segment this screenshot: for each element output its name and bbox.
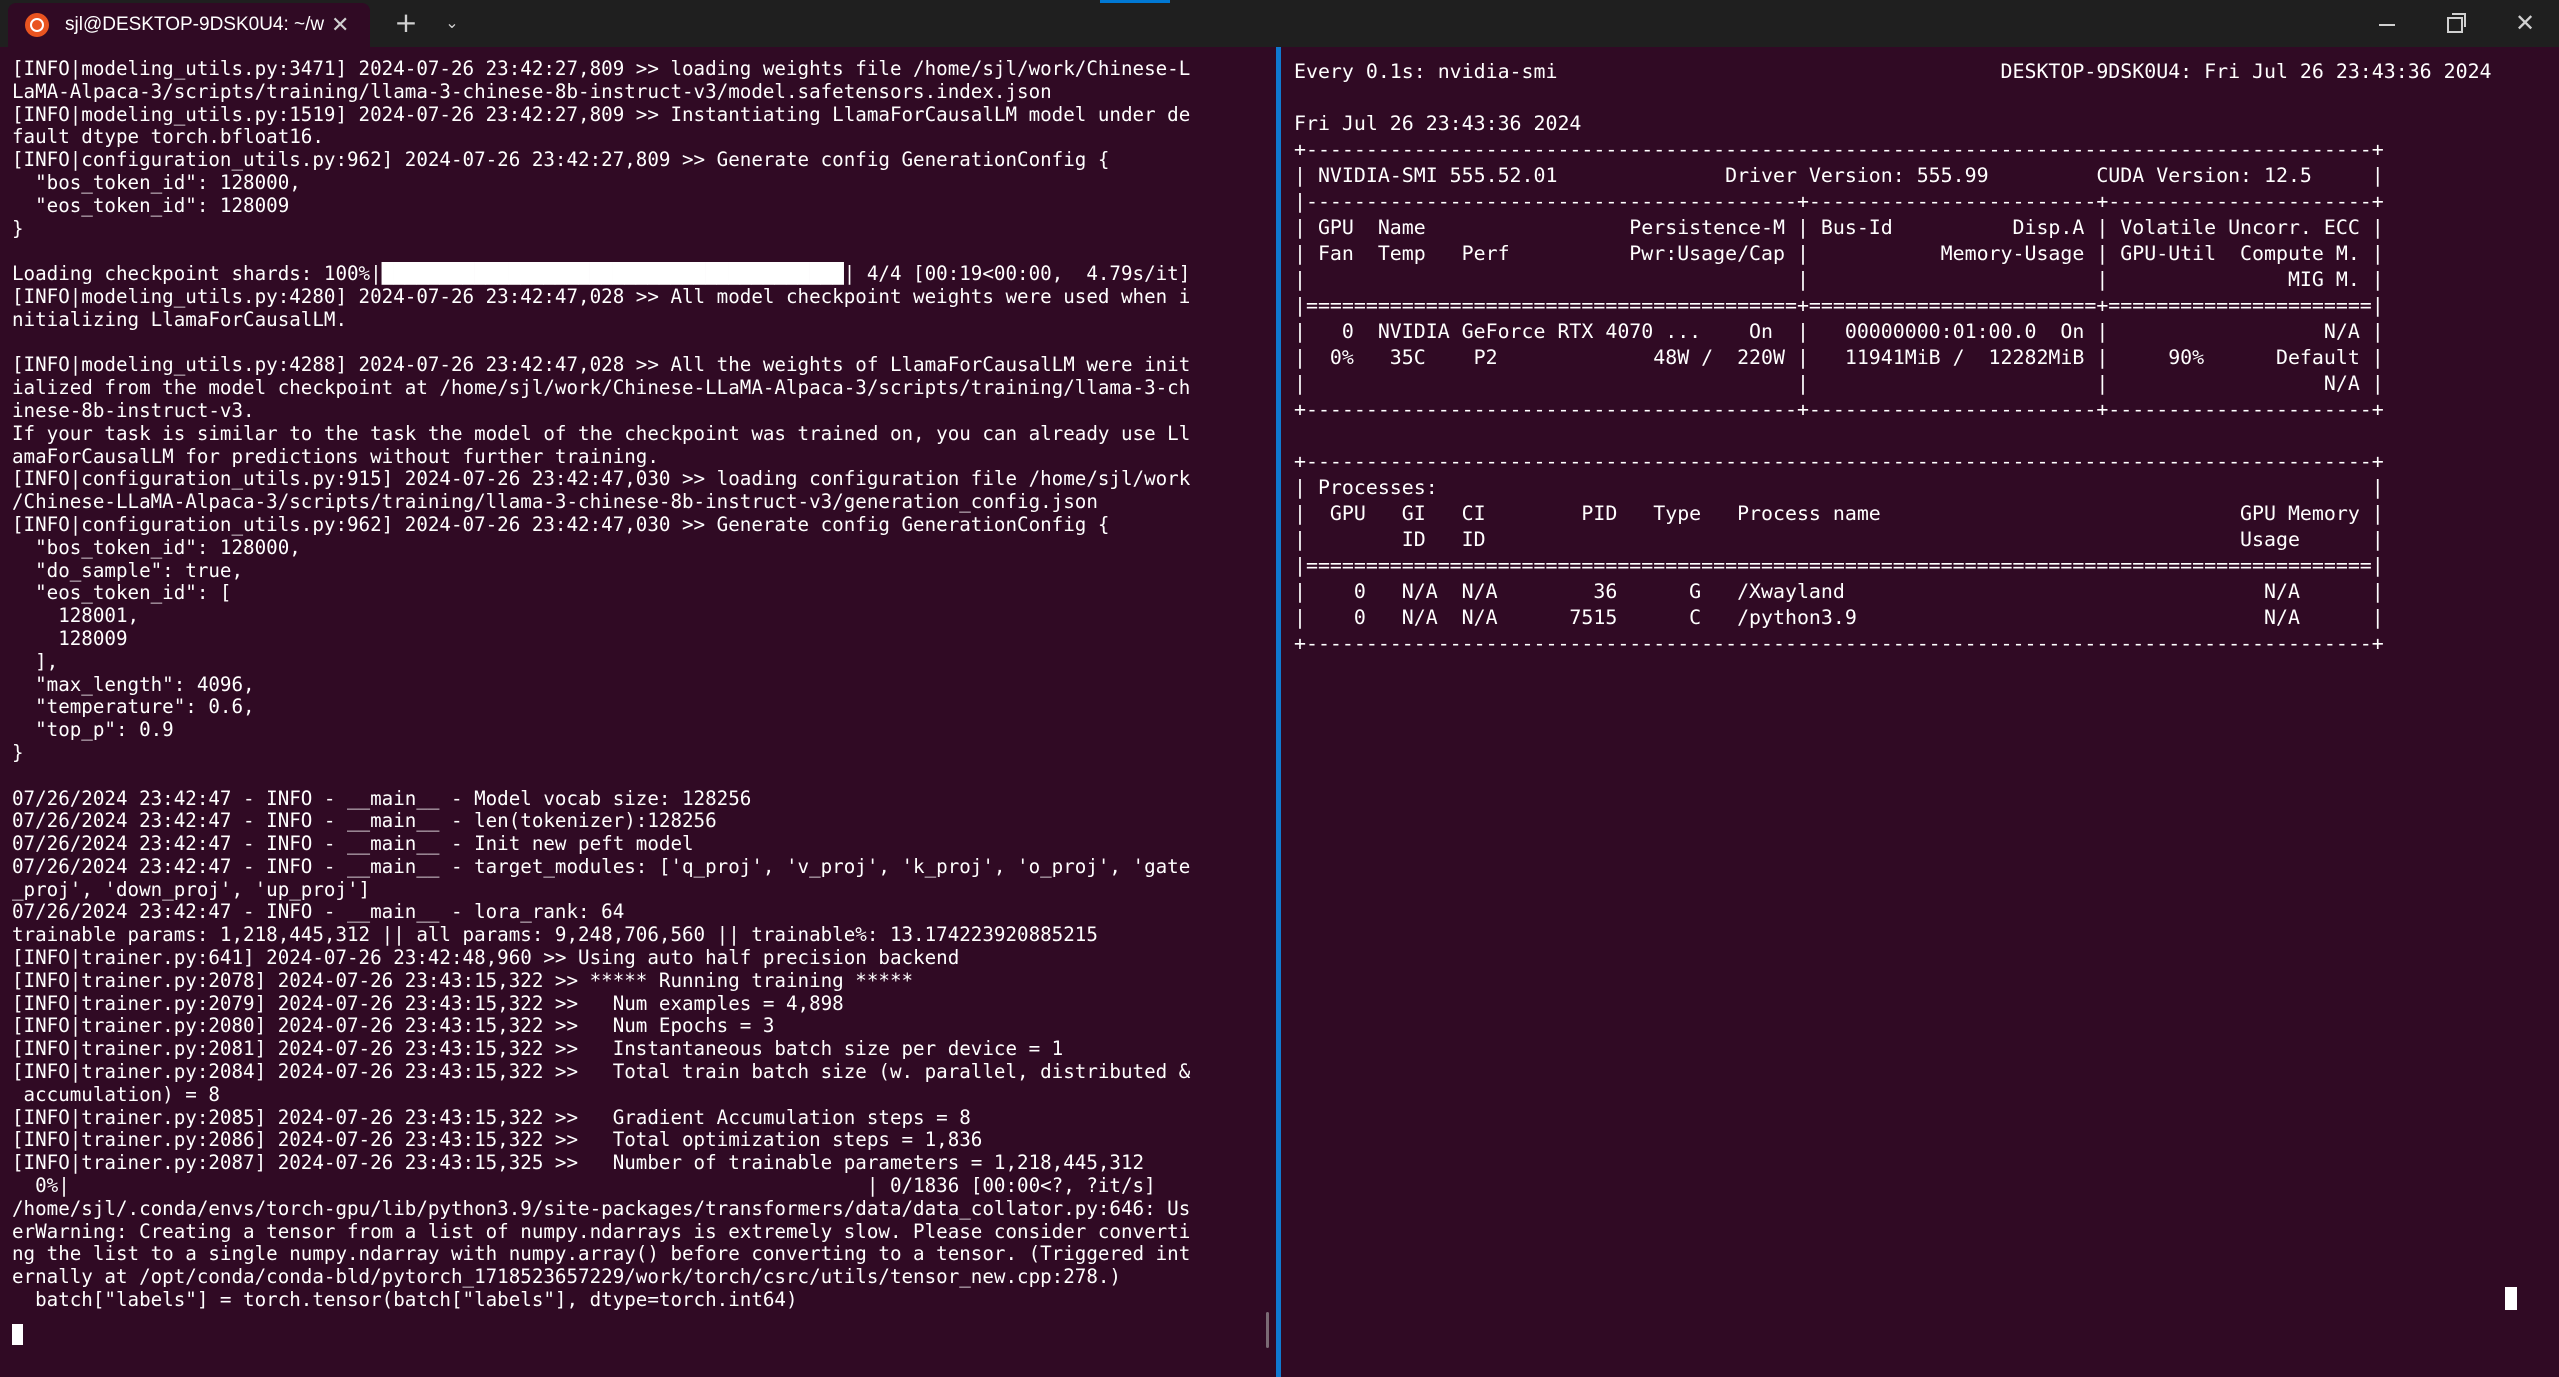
terminal-line: "top_p": 0.9 [12, 718, 174, 742]
terminal-cursor-right [2505, 1287, 2517, 1310]
restore-icon [2447, 12, 2466, 33]
terminal-line: [INFO|configuration_utils.py:962] 2024-0… [12, 512, 1110, 536]
terminal-line: } [12, 216, 24, 240]
terminal-line: ng the list to a single numpy.ndarray wi… [12, 1242, 1191, 1266]
terminal-line: [INFO|modeling_utils.py:4280] 2024-07-26… [12, 284, 1191, 308]
terminal-line: [INFO|trainer.py:2085] 2024-07-26 23:43:… [12, 1105, 971, 1129]
terminal-line: |=======================================… [1294, 554, 2384, 577]
terminal-line: Fri Jul 26 23:43:36 2024 [1294, 112, 1582, 135]
tab-title: sjl@DESKTOP-9DSK0U4: ~/wc [65, 14, 325, 35]
terminal-line: "temperature": 0.6, [12, 695, 255, 719]
terminal-line: [INFO|modeling_utils.py:3471] 2024-07-26… [12, 57, 1191, 80]
terminal-line: "eos_token_id": 128009 [12, 193, 290, 217]
terminal-line: | 0 N/A N/A 36 G /Xwayland N/A | [1294, 580, 2384, 603]
terminal-line: [INFO|trainer.py:641] 2024-07-26 23:42:4… [12, 946, 960, 970]
terminal-line: 07/26/2024 23:42:47 - INFO - __main__ - … [12, 809, 717, 833]
chevron-down-icon[interactable]: ⌄ [440, 8, 464, 38]
terminal-line: 07/26/2024 23:42:47 - INFO - __main__ - … [12, 854, 1191, 878]
terminal-line: | Processes: | [1294, 476, 2384, 499]
terminal-line: ], [12, 649, 59, 673]
terminal-line: Loading checkpoint shards: 100%|████████… [12, 262, 1191, 286]
terminal-tab[interactable]: sjl@DESKTOP-9DSK0U4: ~/wc ✕ [8, 3, 370, 47]
close-window-button[interactable]: ✕ [2490, 0, 2559, 47]
terminal-line: erWarning: Creating a tensor from a list… [12, 1219, 1191, 1243]
terminal-line: 07/26/2024 23:42:47 - INFO - __main__ - … [12, 900, 625, 924]
terminal-line: |---------------------------------------… [1294, 190, 2384, 213]
terminal-line: | GPU Name Persistence-M | Bus-Id Disp.A… [1294, 216, 2384, 239]
scrollbar-thumb[interactable] [1266, 1312, 1269, 1348]
minimize-button[interactable] [2352, 0, 2422, 47]
terminal-line: | NVIDIA-SMI 555.52.01 Driver Version: 5… [1294, 164, 2384, 187]
terminal-line: fault dtype torch.bfloat16. [12, 125, 324, 149]
terminal-line: [INFO|configuration_utils.py:915] 2024-0… [12, 467, 1191, 491]
terminal-line: +---------------------------------------… [1294, 138, 2384, 161]
window-titlebar: sjl@DESKTOP-9DSK0U4: ~/wc ✕ + ⌄ ✕ [0, 0, 2559, 47]
terminal-line: [INFO|trainer.py:2081] 2024-07-26 23:43:… [12, 1037, 1064, 1061]
terminal-cursor [12, 1324, 23, 1345]
restore-button[interactable] [2420, 0, 2490, 47]
terminal-line: ernally at /opt/conda/conda-bld/pytorch_… [12, 1265, 1121, 1289]
terminal-line: +---------------------------------------… [1294, 632, 2384, 655]
minimize-icon [2379, 23, 2395, 26]
terminal-line: | | | N/A | [1294, 372, 2384, 395]
terminal-line: inese-8b-instruct-v3. [12, 398, 255, 422]
terminal-line: 07/26/2024 23:42:47 - INFO - __main__ - … [12, 832, 694, 856]
terminal-line: | ID ID Usage | [1294, 528, 2384, 551]
terminal-line: | 0 NVIDIA GeForce RTX 4070 ... On | 000… [1294, 320, 2384, 343]
terminal-line: amaForCausalLM for predictions without f… [12, 444, 659, 468]
terminal-line: /Chinese-LLaMA-Alpaca-3/scripts/training… [12, 490, 1098, 514]
terminal-line: "bos_token_id": 128000, [12, 170, 301, 194]
terminal-line: | GPU GI CI PID Type Process name GPU Me… [1294, 502, 2384, 525]
terminal-line: [INFO|trainer.py:2078] 2024-07-26 23:43:… [12, 968, 914, 992]
terminal-line: LaMA-Alpaca-3/scripts/training/llama-3-c… [12, 79, 1052, 103]
left-terminal-output: [INFO|modeling_utils.py:3471] 2024-07-26… [12, 57, 1191, 1312]
terminal-line: | Fan Temp Perf Pwr:Usage/Cap | Memory-U… [1294, 242, 2384, 265]
terminal-line: batch["labels"] = torch.tensor(batch["la… [12, 1288, 798, 1312]
terminal-line: | 0% 35C P2 48W / 220W | 11941MiB / 1228… [1294, 346, 2384, 369]
terminal-line: 128001, [12, 604, 140, 628]
terminal-line: "eos_token_id": [ [12, 581, 232, 605]
terminal-line: |=======================================… [1294, 294, 2384, 317]
terminal-line: +---------------------------------------… [1294, 450, 2384, 473]
ubuntu-icon [25, 13, 49, 37]
terminal-line: /home/sjl/.conda/envs/torch-gpu/lib/pyth… [12, 1196, 1191, 1220]
terminal-line: 128009 [12, 626, 128, 650]
left-terminal-pane[interactable]: [INFO|modeling_utils.py:3471] 2024-07-26… [0, 47, 1276, 1377]
terminal-line: [INFO|trainer.py:2086] 2024-07-26 23:43:… [12, 1128, 983, 1152]
terminal-line: +---------------------------------------… [1294, 398, 2384, 421]
terminal-line: | | | MIG M. | [1294, 268, 2384, 291]
terminal-line: [INFO|trainer.py:2080] 2024-07-26 23:43:… [12, 1014, 775, 1038]
terminal-line: 0%| | 0/1836 [00:00<?, ?it/s] [12, 1174, 1156, 1198]
terminal-line: [INFO|modeling_utils.py:4288] 2024-07-26… [12, 353, 1191, 377]
terminal-line: _proj', 'down_proj', 'up_proj'] [12, 877, 371, 901]
right-terminal-pane[interactable]: Every 0.1s: nvidia-smi DESKTOP-9DSK0U4: … [1281, 47, 2559, 1377]
terminal-line: } [12, 740, 24, 764]
drag-region-indicator [1100, 0, 1170, 3]
terminal-line: [INFO|modeling_utils.py:1519] 2024-07-26… [12, 102, 1191, 126]
terminal-line: "do_sample": true, [12, 558, 244, 582]
terminal-line: "bos_token_id": 128000, [12, 535, 301, 559]
terminal-line: [INFO|trainer.py:2087] 2024-07-26 23:43:… [12, 1151, 1145, 1175]
nvidia-smi-output: Every 0.1s: nvidia-smi DESKTOP-9DSK0U4: … [1294, 59, 2492, 657]
terminal-line: [INFO|trainer.py:2084] 2024-07-26 23:43:… [12, 1060, 1191, 1084]
terminal-line: | 0 N/A N/A 7515 C /python3.9 N/A | [1294, 606, 2384, 629]
terminal-line: "max_length": 4096, [12, 672, 255, 696]
terminal-line: [INFO|configuration_utils.py:962] 2024-0… [12, 148, 1110, 172]
terminal-line: Every 0.1s: nvidia-smi DESKTOP-9DSK0U4: … [1294, 60, 2492, 83]
terminal-line: ialized from the model checkpoint at /ho… [12, 376, 1191, 400]
tab-close-icon[interactable]: ✕ [331, 13, 349, 38]
new-tab-button[interactable]: + [392, 6, 420, 40]
terminal-line: 07/26/2024 23:42:47 - INFO - __main__ - … [12, 786, 752, 810]
terminal-line: If your task is similar to the task the … [12, 421, 1191, 445]
terminal-line: accumulation) = 8 [12, 1082, 220, 1106]
terminal-line: nitializing LlamaForCausalLM. [12, 307, 348, 331]
terminal-line: trainable params: 1,218,445,312 || all p… [12, 923, 1098, 947]
terminal-line: [INFO|trainer.py:2079] 2024-07-26 23:43:… [12, 991, 844, 1015]
